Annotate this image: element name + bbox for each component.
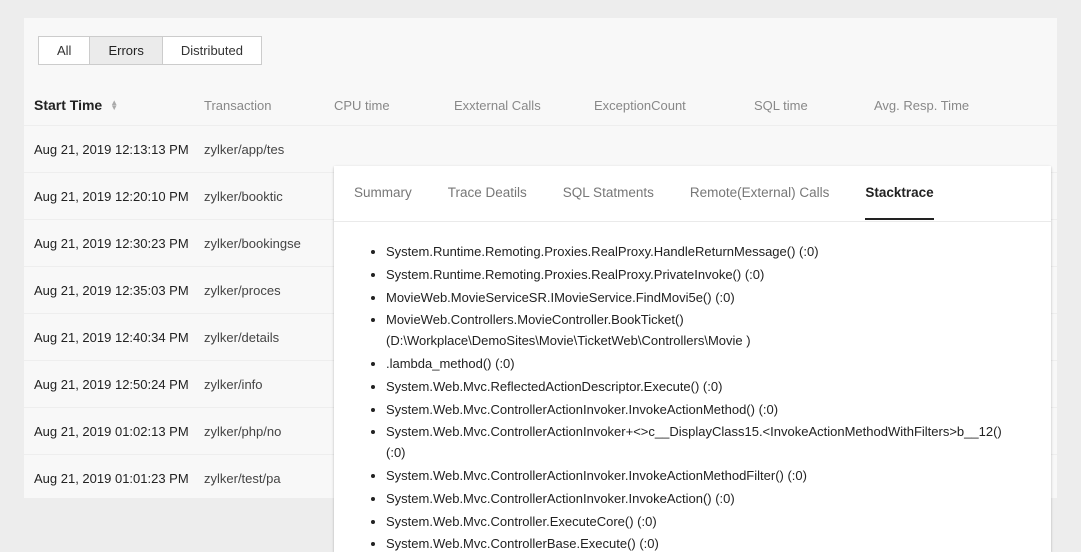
cell-transaction: zylker/info [204,377,334,392]
sort-icon[interactable]: ▲ ▼ [110,100,118,110]
stacktrace-line: System.Web.Mvc.ControllerActionInvoker.I… [386,400,1017,421]
filter-bar: All Errors Distributed [24,18,1057,79]
stacktrace-line: System.Runtime.Remoting.Proxies.RealProx… [386,242,1017,263]
col-header-transaction[interactable]: Transaction [204,98,334,113]
cell-transaction: zylker/details [204,330,334,345]
tab-remote-calls[interactable]: Remote(External) Calls [690,167,830,220]
stacktrace-line: System.Web.Mvc.ControllerActionInvoker.I… [386,489,1017,510]
cell-transaction: zylker/php/no [204,424,334,439]
cell-start-time: Aug 21, 2019 01:01:23 PM [34,471,204,486]
stacktrace-line: System.Web.Mvc.ControllerBase.Execute() … [386,534,1017,552]
main-panel: All Errors Distributed Start Time ▲ ▼ Tr… [24,18,1057,498]
tab-summary[interactable]: Summary [354,167,412,220]
col-header-start-time-label: Start Time [34,97,102,113]
cell-start-time: Aug 21, 2019 12:35:03 PM [34,283,204,298]
filter-distributed[interactable]: Distributed [163,37,261,64]
cell-transaction: zylker/proces [204,283,334,298]
tab-stacktrace[interactable]: Stacktrace [865,167,933,220]
stacktrace-line: System.Web.Mvc.ControllerActionInvoker.I… [386,466,1017,487]
cell-start-time: Aug 21, 2019 12:40:34 PM [34,330,204,345]
stacktrace-line: .lambda_method() (:0) [386,354,1017,375]
cell-transaction: zylker/booktic [204,189,334,204]
table-row[interactable]: Aug 21, 2019 12:13:13 PMzylker/app/tes [24,125,1057,172]
col-header-cpu-time[interactable]: CPU time [334,98,454,113]
cell-transaction: zylker/test/pa [204,471,334,486]
stacktrace-line: MovieWeb.Controllers.MovieController.Boo… [386,310,1017,352]
popup-tabs: Summary Trace Deatils SQL Statments Remo… [334,166,1051,222]
cell-start-time: Aug 21, 2019 12:13:13 PM [34,142,204,157]
cell-start-time: Aug 21, 2019 12:50:24 PM [34,377,204,392]
col-header-avg-resp-time[interactable]: Avg. Resp. Time [874,98,1014,113]
trace-detail-popup: Summary Trace Deatils SQL Statments Remo… [334,166,1051,552]
sort-down-icon: ▼ [110,105,118,110]
col-header-external-calls[interactable]: Exxternal Calls [454,98,594,113]
filter-errors[interactable]: Errors [90,37,162,64]
cell-transaction: zylker/app/tes [204,142,334,157]
table-header: Start Time ▲ ▼ Transaction CPU time Exxt… [24,79,1057,125]
col-header-sql-time[interactable]: SQL time [754,98,874,113]
filter-all[interactable]: All [39,37,90,64]
cell-start-time: Aug 21, 2019 12:30:23 PM [34,236,204,251]
col-header-exception-count[interactable]: ExceptionCount [594,98,754,113]
tab-sql-statements[interactable]: SQL Statments [563,167,654,220]
filter-group: All Errors Distributed [38,36,262,65]
cell-transaction: zylker/bookingse [204,236,334,251]
stacktrace-line: MovieWeb.MovieServiceSR.IMovieService.Fi… [386,288,1017,309]
stacktrace-line: System.Web.Mvc.ControllerActionInvoker+<… [386,422,1017,464]
stacktrace-line: System.Web.Mvc.ReflectedActionDescriptor… [386,377,1017,398]
cell-start-time: Aug 21, 2019 12:20:10 PM [34,189,204,204]
stacktrace-line: System.Runtime.Remoting.Proxies.RealProx… [386,265,1017,286]
tab-trace-details[interactable]: Trace Deatils [448,167,527,220]
stacktrace-list: System.Runtime.Remoting.Proxies.RealProx… [334,222,1051,552]
cell-start-time: Aug 21, 2019 01:02:13 PM [34,424,204,439]
stacktrace-line: System.Web.Mvc.Controller.ExecuteCore() … [386,512,1017,533]
col-header-start-time[interactable]: Start Time ▲ ▼ [34,97,204,113]
